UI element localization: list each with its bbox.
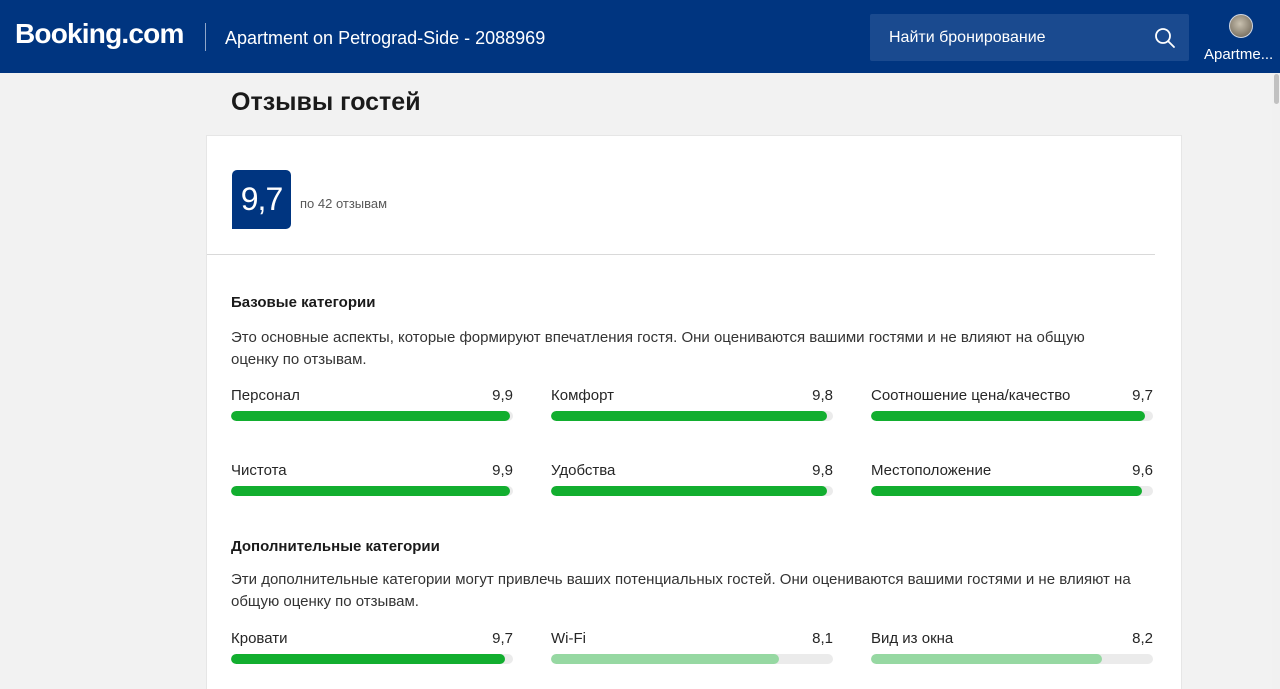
score-bar xyxy=(871,486,1153,496)
score-bar xyxy=(871,654,1153,664)
metric-label: Персонал xyxy=(231,387,300,404)
search-reservation-input[interactable]: Найти бронирование xyxy=(870,14,1189,61)
metric-label: Вид из окна xyxy=(871,630,954,647)
search-placeholder: Найти бронирование xyxy=(889,29,1046,46)
metric-value: 9,8 xyxy=(812,387,833,404)
score-bar-fill xyxy=(551,654,780,664)
additional-categories-description: Эти дополнительные категории могут привл… xyxy=(231,571,1131,610)
score-bar-fill xyxy=(551,411,828,421)
review-count: по 42 отзывам xyxy=(300,196,388,211)
metric-label: Соотношение цена/качество xyxy=(871,387,1071,404)
metric-value: 9,6 xyxy=(1132,462,1153,479)
overall-score-badge: 9,7 xyxy=(232,170,291,229)
top-bar: Booking.com Apartment on Petrograd-Side … xyxy=(0,0,1280,73)
additional-categories-title: Дополнительные категории xyxy=(231,538,440,555)
score-bar xyxy=(871,411,1153,421)
score-bar xyxy=(551,654,833,664)
score-bar xyxy=(551,486,833,496)
metric-wifi: Wi-Fi 8,1 xyxy=(551,630,833,670)
metric-location: Местоположение 9,6 xyxy=(871,462,1153,502)
score-bar-fill xyxy=(231,486,511,496)
metric-value: 8,1 xyxy=(812,630,833,647)
metric-label: Удобства xyxy=(551,462,616,479)
score-bar xyxy=(231,486,513,496)
metric-value: 9,7 xyxy=(1132,387,1153,404)
metric-facilities: Удобства 9,8 xyxy=(551,462,833,502)
section-divider xyxy=(207,254,1155,255)
metric-cleanliness: Чистота 9,9 xyxy=(231,462,513,502)
account-avatar[interactable] xyxy=(1229,14,1253,38)
metric-value: 9,9 xyxy=(492,387,513,404)
header-divider xyxy=(205,23,206,51)
scrollbar[interactable] xyxy=(1272,73,1280,689)
page-title: Отзывы гостей xyxy=(231,88,421,116)
basic-categories-description: Это основные аспекты, которые формируют … xyxy=(231,329,1085,368)
metric-view: Вид из окна 8,2 xyxy=(871,630,1153,670)
metric-label: Комфорт xyxy=(551,387,614,404)
basic-categories-title: Базовые категории xyxy=(231,294,376,311)
metric-value: 9,7 xyxy=(492,630,513,647)
metric-label: Местоположение xyxy=(871,462,992,479)
metric-label: Кровати xyxy=(231,630,288,647)
metric-value: 9,9 xyxy=(492,462,513,479)
score-bar-fill xyxy=(231,411,511,421)
scrollbar-thumb[interactable] xyxy=(1274,74,1279,104)
reviews-card: 9,7 по 42 отзывам Базовые категории Это … xyxy=(206,135,1182,689)
score-bar xyxy=(551,411,833,421)
score-bar-fill xyxy=(231,654,505,664)
metric-label: Wi-Fi xyxy=(551,630,586,647)
score-bar-fill xyxy=(551,486,828,496)
score-bar xyxy=(231,654,513,664)
search-icon[interactable] xyxy=(1153,26,1177,50)
score-bar-fill xyxy=(871,411,1145,421)
score-bar-fill xyxy=(871,486,1142,496)
metric-value: 9,8 xyxy=(812,462,833,479)
score-bar xyxy=(231,411,513,421)
metric-beds: Кровати 9,7 xyxy=(231,630,513,670)
account-label[interactable]: Apartme... xyxy=(1204,46,1273,63)
metric-label: Чистота xyxy=(231,462,287,479)
metric-staff: Персонал 9,9 xyxy=(231,387,513,427)
property-title[interactable]: Apartment on Petrograd-Side - 2088969 xyxy=(225,28,545,49)
metric-comfort: Комфорт 9,8 xyxy=(551,387,833,427)
metric-value: 8,2 xyxy=(1132,630,1153,647)
booking-logo[interactable]: Booking.com xyxy=(15,18,184,50)
metric-value-for-money: Соотношение цена/качество 9,7 xyxy=(871,387,1153,427)
score-bar-fill xyxy=(871,654,1103,664)
